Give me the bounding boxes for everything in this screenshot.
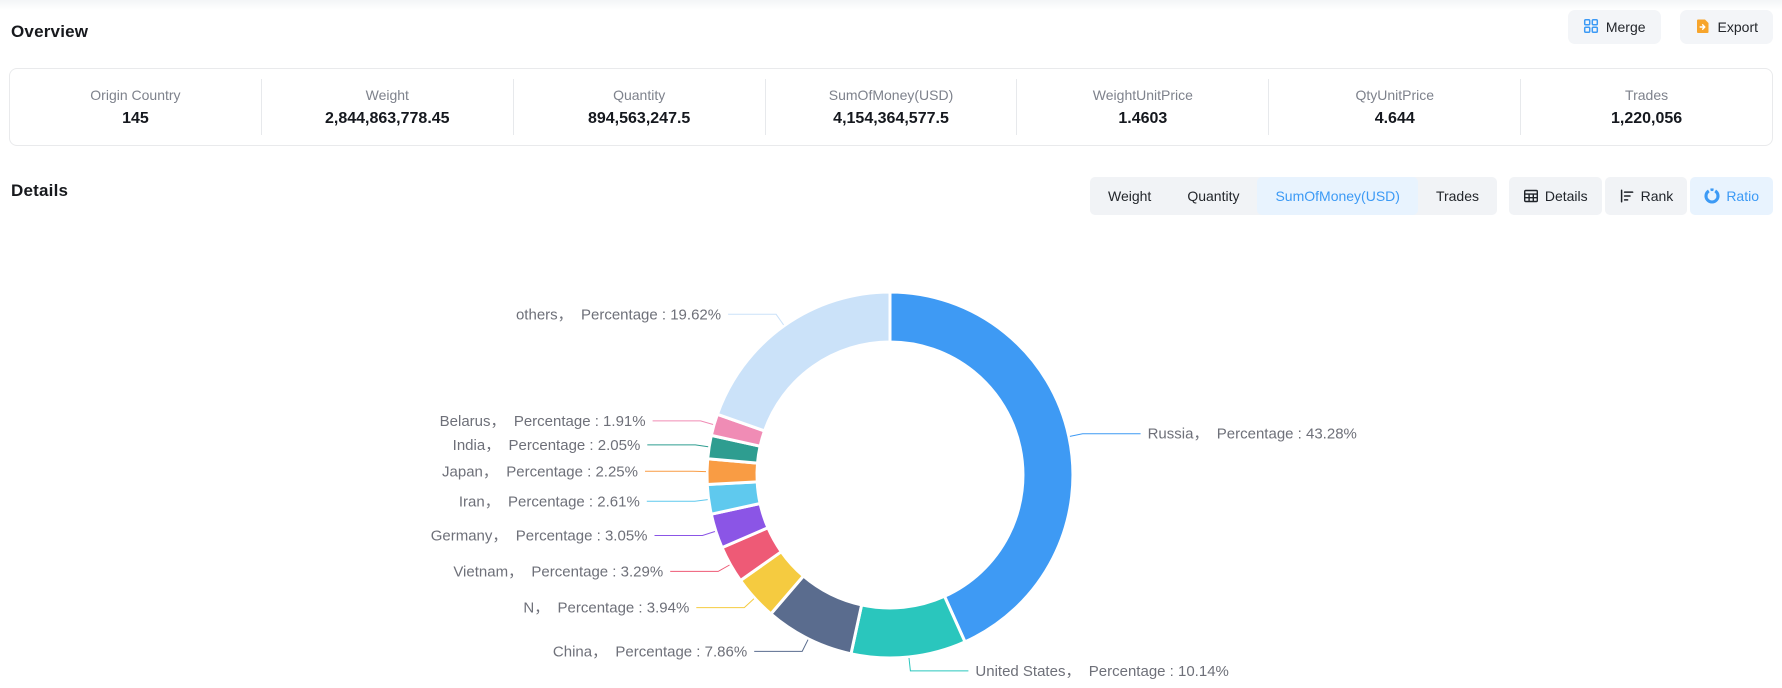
stat-quantity: Quantity 894,563,247.5 xyxy=(514,79,766,135)
stat-qtyunitprice: QtyUnitPrice 4.644 xyxy=(1269,79,1521,135)
stat-weight: Weight 2,844,863,778.45 xyxy=(262,79,514,135)
stat-value: 4,154,364,577.5 xyxy=(833,110,949,128)
stat-label: WeightUnitPrice xyxy=(1093,87,1193,103)
label-line-others xyxy=(728,314,784,325)
ratio-donut-chart: Russia， Percentage : 43.28% United States… xyxy=(0,218,1782,688)
stat-value: 1.4603 xyxy=(1118,110,1167,128)
pie-label-india: India， Percentage : 2.05% xyxy=(453,437,641,454)
metric-tab-sumofmoney-usd[interactable]: SumOfMoney(USD) xyxy=(1257,177,1417,215)
details-title: Details xyxy=(11,181,68,201)
pie-label-vietnam: Vietnam， Percentage : 3.29% xyxy=(453,563,663,580)
stat-label: Quantity xyxy=(613,87,665,103)
pie-slice-russia[interactable] xyxy=(890,292,1073,642)
export-button-label: Export xyxy=(1718,19,1758,35)
label-line-united-states xyxy=(909,658,968,671)
pie-label-japan: Japan， Percentage : 2.25% xyxy=(442,463,638,480)
label-line-belarus xyxy=(653,421,714,425)
stat-trades: Trades 1,220,056 xyxy=(1521,79,1772,135)
stat-value: 2,844,863,778.45 xyxy=(325,110,450,128)
overview-stats-card: Origin Country 145 Weight 2,844,863,778.45 Q… xyxy=(9,68,1773,146)
stat-label: Trades xyxy=(1625,87,1668,103)
stat-label: Origin Country xyxy=(90,87,180,103)
metric-tab-quantity[interactable]: Quantity xyxy=(1169,177,1257,215)
top-strip xyxy=(0,0,1782,10)
table-icon xyxy=(1523,188,1539,204)
stat-sumofmoney-usd: SumOfMoney(USD) 4,154,364,577.5 xyxy=(766,79,1018,135)
stat-value: 145 xyxy=(122,110,149,128)
label-line-russia xyxy=(1070,434,1141,437)
stat-label: QtyUnitPrice xyxy=(1355,87,1434,103)
overview-title: Overview xyxy=(11,22,88,42)
view-tab-label: Rank xyxy=(1641,188,1674,204)
stat-value: 4.644 xyxy=(1375,110,1415,128)
label-line-china xyxy=(754,640,808,652)
stat-label: Weight xyxy=(366,87,409,103)
stat-origin-country: Origin Country 145 xyxy=(10,79,262,135)
rank-bars-icon xyxy=(1619,188,1635,204)
metric-tab-trades[interactable]: Trades xyxy=(1418,177,1497,215)
stat-value: 1,220,056 xyxy=(1611,110,1682,128)
metric-tab-group: WeightQuantitySumOfMoney(USD)Trades xyxy=(1090,177,1497,215)
pie-label-n: N， Percentage : 3.94% xyxy=(523,600,689,617)
pie-slice-others[interactable] xyxy=(717,292,890,431)
merge-button-label: Merge xyxy=(1606,19,1646,35)
view-tab-group: Details Rank Ratio xyxy=(1509,177,1773,215)
stat-label: SumOfMoney(USD) xyxy=(829,87,953,103)
pie-slice-united-states[interactable] xyxy=(851,596,965,658)
label-line-vietnam xyxy=(670,565,729,571)
merge-grid-icon xyxy=(1583,18,1599,37)
label-line-germany xyxy=(655,532,715,536)
pie-label-united-states: United States， Percentage : 10.14% xyxy=(975,663,1228,680)
toolbar: Merge Export xyxy=(1568,10,1773,44)
pie-label-iran: Iran， Percentage : 2.61% xyxy=(459,493,640,510)
metric-tab-weight[interactable]: Weight xyxy=(1090,177,1169,215)
label-line-n xyxy=(696,599,754,608)
pie-label-belarus: Belarus， Percentage : 1.91% xyxy=(440,413,646,430)
view-tab-ratio[interactable]: Ratio xyxy=(1690,177,1773,215)
pie-label-others: others， Percentage : 19.62% xyxy=(516,306,721,323)
label-line-india xyxy=(647,445,708,447)
merge-button[interactable]: Merge xyxy=(1568,10,1661,44)
stat-value: 894,563,247.5 xyxy=(588,110,690,128)
view-tab-label: Ratio xyxy=(1726,188,1759,204)
label-line-iran xyxy=(647,500,708,502)
pie-label-china: China， Percentage : 7.86% xyxy=(553,643,747,660)
view-tab-details[interactable]: Details xyxy=(1509,177,1602,215)
view-tab-label: Details xyxy=(1545,188,1588,204)
export-file-icon xyxy=(1695,18,1711,37)
view-tab-rank[interactable]: Rank xyxy=(1605,177,1688,215)
pie-label-germany: Germany， Percentage : 3.05% xyxy=(431,528,648,545)
donut-icon xyxy=(1704,188,1720,204)
stat-weightunitprice: WeightUnitPrice 1.4603 xyxy=(1017,79,1269,135)
export-button[interactable]: Export xyxy=(1680,10,1773,44)
pie-label-russia: Russia， Percentage : 43.28% xyxy=(1148,426,1357,443)
